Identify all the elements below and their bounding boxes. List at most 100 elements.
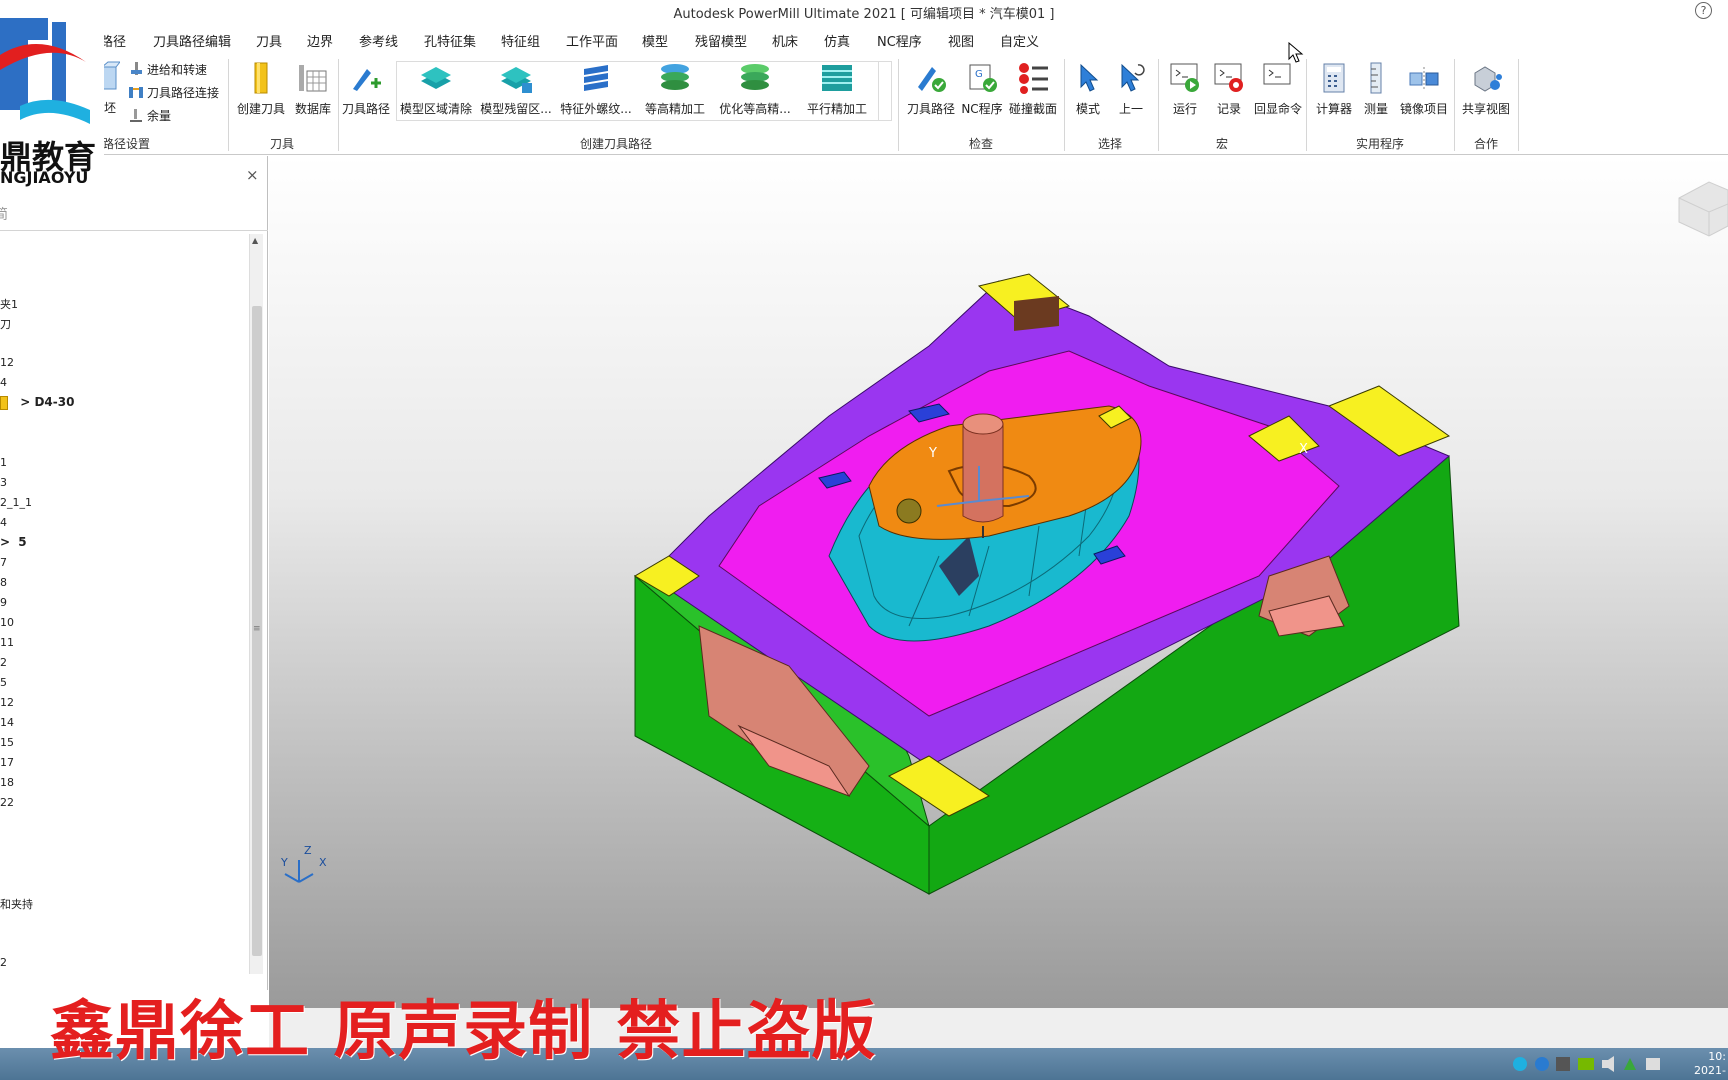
model-area-clearance-button[interactable]: 模型区域清除: [398, 61, 474, 117]
scroll-up-icon[interactable]: ▲: [252, 236, 258, 245]
share-view-icon: [1458, 61, 1514, 98]
verify-nc-program-button[interactable]: G NC程序: [960, 61, 1004, 117]
tree-item[interactable]: 17: [0, 756, 14, 769]
toolpath-strategy-icon: [340, 61, 392, 98]
tab-simulation[interactable]: 仿真: [824, 31, 850, 50]
tree-item[interactable]: 3: [0, 476, 7, 489]
group-create-toolpath: 创建刀具路径: [580, 137, 653, 151]
tree-item[interactable]: 4: [0, 516, 7, 529]
group-toolpath-setup: 路径设置: [102, 137, 151, 151]
viewcube-icon[interactable]: [1678, 181, 1728, 237]
tool-database-button[interactable]: 数据库: [290, 61, 336, 117]
panel-divider: [0, 230, 268, 231]
tree-item[interactable]: 12: [0, 356, 14, 369]
tab-customize[interactable]: 自定义: [1000, 31, 1039, 50]
tree-item[interactable]: 18: [0, 776, 14, 789]
tree-item[interactable]: 和夹持: [0, 896, 33, 912]
tree-item[interactable]: 10: [0, 616, 14, 629]
tree-item[interactable]: 22: [0, 796, 14, 809]
tab-model[interactable]: 模型: [642, 31, 668, 50]
close-icon[interactable]: ×: [246, 166, 259, 184]
tree-item[interactable]: 2_1_1: [0, 496, 32, 509]
thickness-button[interactable]: 余量: [128, 107, 171, 126]
nc-program-icon: G: [960, 61, 1004, 98]
tree-item[interactable]: 刀: [0, 316, 11, 332]
ribbon-tabs: 路径 刀具路径编辑 刀具 边界 参考线 孔特征集 特征组 工作平面 模型 残留模…: [0, 28, 1728, 52]
feeds-speeds-button[interactable]: 进给和转速: [128, 61, 207, 80]
tree-item-active-tool[interactable]: > D4-30: [0, 395, 74, 410]
tree-item[interactable]: 1: [0, 456, 7, 469]
cursor-icon: [1068, 61, 1108, 98]
feature-thread-button[interactable]: 特征外螺纹...: [558, 61, 634, 117]
tree-item-active-toolpath[interactable]: > 5: [0, 535, 27, 549]
logo-subtext: NGJIAOYU: [0, 168, 89, 187]
svg-text:G: G: [975, 69, 983, 80]
optimized-constant-z-button[interactable]: 优化等高精...: [716, 61, 794, 117]
ribbon-separator: [1306, 59, 1307, 151]
tree-item[interactable]: 7: [0, 556, 7, 569]
tree-item[interactable]: 11: [0, 636, 14, 649]
calculator-button[interactable]: 计算器: [1312, 61, 1356, 117]
mirror-items-button[interactable]: 镜像项目: [1396, 61, 1452, 117]
tray-icons: [1513, 1056, 1660, 1072]
tab-pattern[interactable]: 参考线: [359, 31, 398, 50]
graphics-viewport[interactable]: X Y Z Y X: [269, 156, 1728, 1008]
measure-button[interactable]: 测量: [1358, 61, 1394, 117]
tree-item[interactable]: 2: [0, 656, 7, 669]
tab-stock-model[interactable]: 残留模型: [695, 31, 747, 50]
select-mode-button[interactable]: 模式: [1068, 61, 1108, 117]
tree-item[interactable]: 12: [0, 696, 14, 709]
toolpath-connections-button[interactable]: 刀具路径连接: [128, 84, 219, 103]
tree-item[interactable]: 14: [0, 716, 14, 729]
tree-item[interactable]: 15: [0, 736, 14, 749]
help-icon[interactable]: ?: [1695, 2, 1712, 19]
toolpath-strategy-button[interactable]: 刀具路径: [340, 61, 392, 117]
block-label: 坯: [104, 101, 117, 115]
macro-run-button[interactable]: 运行: [1164, 61, 1206, 117]
tab-tool[interactable]: 刀具: [256, 31, 282, 50]
share-view-button[interactable]: 共享视图: [1458, 61, 1514, 117]
tree-item[interactable]: 9: [0, 596, 7, 609]
raster-finishing-button[interactable]: 平行精加工: [800, 61, 874, 117]
tab-machine[interactable]: 机床: [772, 31, 798, 50]
rest-clearance-icon: [478, 61, 554, 98]
create-tool-button[interactable]: 创建刀具: [236, 61, 286, 117]
workplane-x-label: X: [1299, 442, 1308, 457]
area-clearance-icon: [398, 61, 474, 98]
tree-item[interactable]: 2: [0, 956, 7, 969]
collision-section-button[interactable]: 碰撞截面: [1006, 61, 1060, 117]
explorer-scrollbar[interactable]: ▲ ≡: [249, 234, 263, 974]
ruler-icon: [1358, 61, 1394, 98]
active-marker: >: [20, 395, 31, 409]
constant-z-finishing-button[interactable]: 等高精加工: [638, 61, 712, 117]
tab-nc-program[interactable]: NC程序: [877, 31, 922, 50]
tree-item[interactable]: 4: [0, 376, 7, 389]
watermark-logo: 鼎教育 NGJIAOYU: [0, 0, 104, 188]
connection-icon: [128, 84, 144, 103]
tab-workplane[interactable]: 工作平面: [566, 31, 618, 50]
tab-view[interactable]: 视图: [948, 31, 974, 50]
gallery-scroll[interactable]: [878, 61, 892, 121]
taskbar-clock[interactable]: 10: 2021-: [1694, 1050, 1726, 1078]
active-marker: >: [0, 535, 11, 549]
verify-toolpath-button[interactable]: 刀具路径: [904, 61, 958, 117]
tab-boundary[interactable]: 边界: [307, 31, 333, 50]
ribbon-separator: [1064, 59, 1065, 151]
select-previous-button[interactable]: 上一: [1112, 61, 1150, 117]
triad-y-label: Y: [281, 856, 288, 869]
group-verify: 检查: [969, 137, 994, 151]
tab-toolpath-edit[interactable]: 刀具路径编辑: [153, 31, 231, 50]
thread-icon: [558, 61, 634, 98]
tab-hole-feature[interactable]: 孔特征集: [424, 31, 476, 50]
raster-icon: [800, 61, 874, 98]
mirror-icon: [1396, 61, 1452, 98]
collision-icon: [1006, 61, 1060, 98]
tree-item[interactable]: 8: [0, 576, 7, 589]
tree-item[interactable]: 夹1: [0, 296, 18, 312]
group-tool: 刀具: [270, 137, 295, 151]
macro-record-button[interactable]: 记录: [1208, 61, 1250, 117]
echo-commands-button[interactable]: 回显命令: [1250, 61, 1306, 117]
tree-item[interactable]: 5: [0, 676, 7, 689]
tab-feature-group[interactable]: 特征组: [501, 31, 540, 50]
model-rest-clearance-button[interactable]: 模型残留区...: [478, 61, 554, 117]
